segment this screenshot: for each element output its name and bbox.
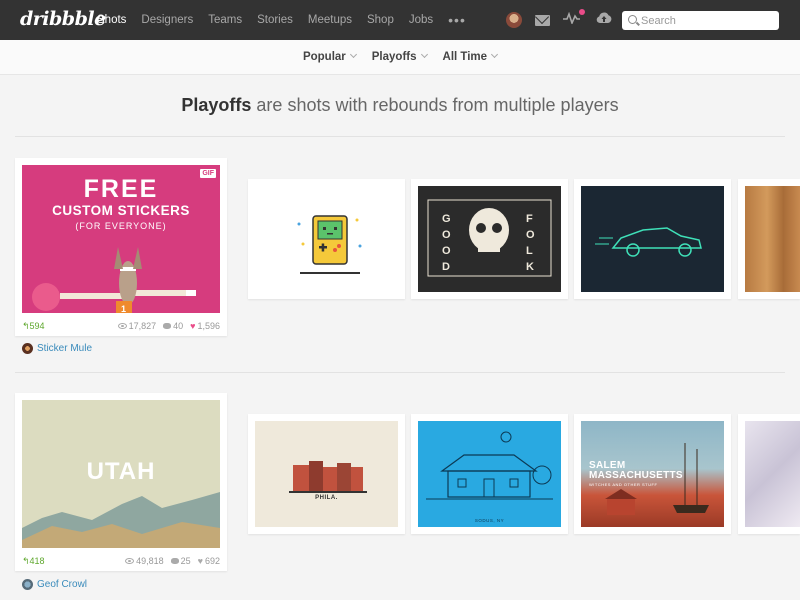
headline-text: are shots with rebounds from multiple pl… [251,95,619,115]
search-icon [628,15,637,24]
nav-teams[interactable]: Teams [208,14,242,26]
rowhouses-icon [289,461,367,493]
svg-text:1: 1 [121,304,126,313]
filter-timeframe-label: All Time [442,51,488,63]
svg-text:O: O [526,229,535,241]
playoff-shot-card[interactable]: UTAH ↰418 49,818 25 ♥ 692 [15,393,227,571]
rebound-shot-card[interactable]: SODUS, NY [411,414,568,534]
comment-icon [170,558,179,564]
filter-sort[interactable]: Popular [302,50,357,63]
svg-text:F: F [526,213,533,225]
shot-thumbnail[interactable]: UTAH [22,400,220,548]
nav-meetups[interactable]: Meetups [308,14,352,26]
shot-caption: SODUS, NY [474,518,505,523]
likes-count[interactable]: ♥ 1,596 [190,321,220,331]
page-headline: Playoffs are shots with rebounds from mu… [0,95,800,116]
divider [15,136,785,137]
divider [15,372,785,373]
shot-thumbnail[interactable] [745,421,800,527]
nav-designers[interactable]: Designers [141,14,193,26]
author-name[interactable]: Geof Crowl [37,579,87,590]
shot-thumbnail[interactable]: SALEM MASSACHUSETTS WITCHES AND OTHER STU… [581,421,724,527]
rebound-shot-card[interactable] [574,179,731,299]
nav-more-icon[interactable]: ••• [448,12,466,28]
svg-text:O: O [442,245,451,257]
nav-shop[interactable]: Shop [367,14,394,26]
filter-bar: Popular Playoffs All Time [0,40,800,75]
shot-thumbnail[interactable]: PHILA. [255,421,398,527]
rebound-shot-card[interactable]: G O O D F O L K [411,179,568,299]
activity-icon[interactable] [563,9,585,29]
shot-thumbnail[interactable]: FREE CUSTOM STICKERS (FOR EVERYONE) GIF … [22,165,220,313]
filter-list-label: Playoffs [371,51,417,63]
search-input[interactable] [641,11,775,30]
author-name[interactable]: Sticker Mule [37,343,92,354]
chevron-down-icon [420,50,428,59]
shot-thumbnail[interactable] [255,186,398,292]
heart-icon: ♥ [190,321,196,331]
mascot-illustration: 1 [32,247,196,313]
rebound-shot-card[interactable] [248,179,405,299]
skull-icon: G O O D F O L K [427,199,552,277]
eye-icon [125,558,135,564]
mountains-illustration [22,492,220,548]
dribbble-logo[interactable]: dribbble [20,8,106,30]
ship-icon [605,443,709,515]
messages-icon[interactable] [535,14,550,26]
headline-bold: Playoffs [181,95,252,115]
rebounds-count[interactable]: ↰594 [22,321,45,332]
shot-thumbnail[interactable]: SODUS, NY [418,421,561,527]
eye-icon [117,323,127,329]
shot-caption: PHILA. [315,495,338,501]
shot-thumbnail[interactable] [745,186,800,292]
user-avatar[interactable] [506,12,522,28]
svg-text:O: O [442,229,451,241]
comments-count[interactable]: 25 [170,556,191,566]
nav-shots[interactable]: Shots [97,14,126,26]
views-count: 17,827 [117,321,156,331]
rebound-shot-card[interactable] [738,179,800,299]
farmhouse-icon [426,431,553,500]
author-avatar [22,579,33,590]
comment-icon [163,323,172,329]
rebounds-count[interactable]: ↰418 [22,556,45,567]
playoff-shot-card[interactable]: FREE CUSTOM STICKERS (FOR EVERYONE) GIF … [15,158,227,336]
shot-thumbnail[interactable] [581,186,724,292]
likes-count[interactable]: ♥ 692 [198,556,220,566]
filter-timeframe[interactable]: All Time [442,50,499,63]
gameboy-icon [297,215,362,274]
svg-text:D: D [442,261,450,273]
svg-text:G: G [442,213,451,225]
comments-count[interactable]: 40 [163,321,183,331]
chevron-down-icon [491,50,499,59]
nav-stories[interactable]: Stories [257,14,293,26]
notification-dot [579,9,585,15]
filter-list[interactable]: Playoffs [371,50,428,63]
heart-icon: ♥ [197,556,203,566]
shot-author[interactable]: Geof Crowl [22,579,87,590]
chevron-down-icon [349,50,357,59]
rebound-shot-card[interactable]: PHILA. [248,414,405,534]
nav-jobs[interactable]: Jobs [409,14,433,26]
rebound-shot-card[interactable] [738,414,800,534]
user-tools [506,0,625,40]
main-nav: Shots Designers Teams Stories Meetups Sh… [97,0,481,40]
top-navigation: dribbble Shots Designers Teams Stories M… [0,0,800,40]
views-count: 49,818 [125,556,164,566]
shot-author[interactable]: Sticker Mule [22,343,92,354]
filter-sort-label: Popular [302,51,346,63]
upload-icon[interactable] [596,11,612,29]
author-avatar [22,343,33,354]
shot-thumbnail[interactable]: G O O D F O L K [418,186,561,292]
svg-text:K: K [526,261,534,273]
search-box [622,11,779,30]
sports-car-icon [595,227,702,257]
svg-text:L: L [526,245,533,257]
rebound-shot-card[interactable]: SALEM MASSACHUSETTS WITCHES AND OTHER STU… [574,414,731,534]
